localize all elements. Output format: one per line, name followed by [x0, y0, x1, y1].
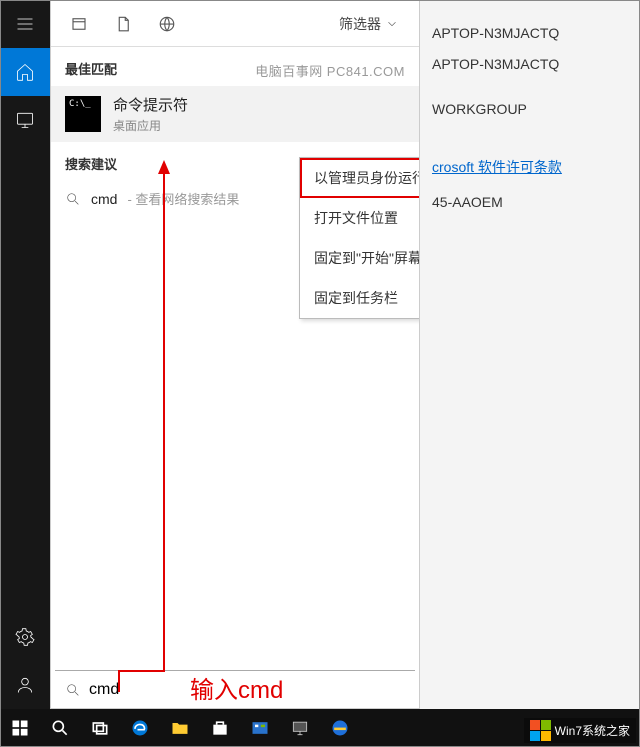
- panel-header: 筛选器: [51, 1, 419, 47]
- search-icon: [65, 191, 81, 207]
- cmd-tile-icon: C:\_: [65, 96, 101, 132]
- file-explorer-icon[interactable]: [160, 709, 200, 747]
- ctx-pin-taskbar[interactable]: 固定到任务栏: [300, 278, 419, 318]
- ctx-pin-start[interactable]: 固定到"开始"屏幕: [300, 238, 419, 278]
- watermark-text: 电脑百事网 PC841.COM: [255, 61, 405, 80]
- taskbar: Win7系统之家: [0, 709, 640, 747]
- window-icon[interactable]: [57, 2, 101, 46]
- filter-dropdown[interactable]: 筛选器: [339, 14, 413, 34]
- task-view-icon[interactable]: [80, 709, 120, 747]
- sidebar-home-icon[interactable]: [0, 48, 50, 96]
- start-sidebar: [0, 0, 50, 709]
- edge-icon[interactable]: [120, 709, 160, 747]
- sidebar-settings-icon[interactable]: [0, 613, 50, 661]
- sidebar-display-icon[interactable]: [0, 96, 50, 144]
- ctx-run-as-admin[interactable]: 以管理员身份运行: [300, 158, 419, 198]
- ctx-open-location[interactable]: 打开文件位置: [300, 198, 419, 238]
- best-match-item[interactable]: C:\_ 命令提示符 桌面应用: [51, 86, 419, 142]
- this-pc-icon[interactable]: [280, 709, 320, 747]
- best-match-title: 命令提示符: [113, 94, 188, 115]
- sidebar-menu-icon[interactable]: [0, 0, 50, 48]
- context-menu: 以管理员身份运行 打开文件位置 固定到"开始"屏幕 固定到任务栏: [299, 157, 419, 319]
- background-system-info: APTOP-N3MJACTQ APTOP-N3MJACTQ WORKGROUP …: [432, 18, 562, 218]
- taskbar-search-icon[interactable]: [40, 709, 80, 747]
- license-link[interactable]: crosoft 软件许可条款: [432, 159, 562, 175]
- sidebar-user-icon[interactable]: [0, 661, 50, 709]
- start-button[interactable]: [0, 709, 40, 747]
- search-icon: [65, 682, 81, 698]
- annotation-label: 输入cmd: [190, 670, 283, 705]
- ie-icon[interactable]: [320, 709, 360, 747]
- globe-icon[interactable]: [145, 2, 189, 46]
- store-icon[interactable]: [200, 709, 240, 747]
- document-icon[interactable]: [101, 2, 145, 46]
- start-search-panel: 筛选器 电脑百事网 PC841.COM 最佳匹配 C:\_ 命令提示符 桌面应用…: [50, 0, 420, 709]
- watermark-logo: Win7系统之家: [524, 718, 636, 743]
- best-match-subtitle: 桌面应用: [113, 117, 188, 134]
- control-panel-icon[interactable]: [240, 709, 280, 747]
